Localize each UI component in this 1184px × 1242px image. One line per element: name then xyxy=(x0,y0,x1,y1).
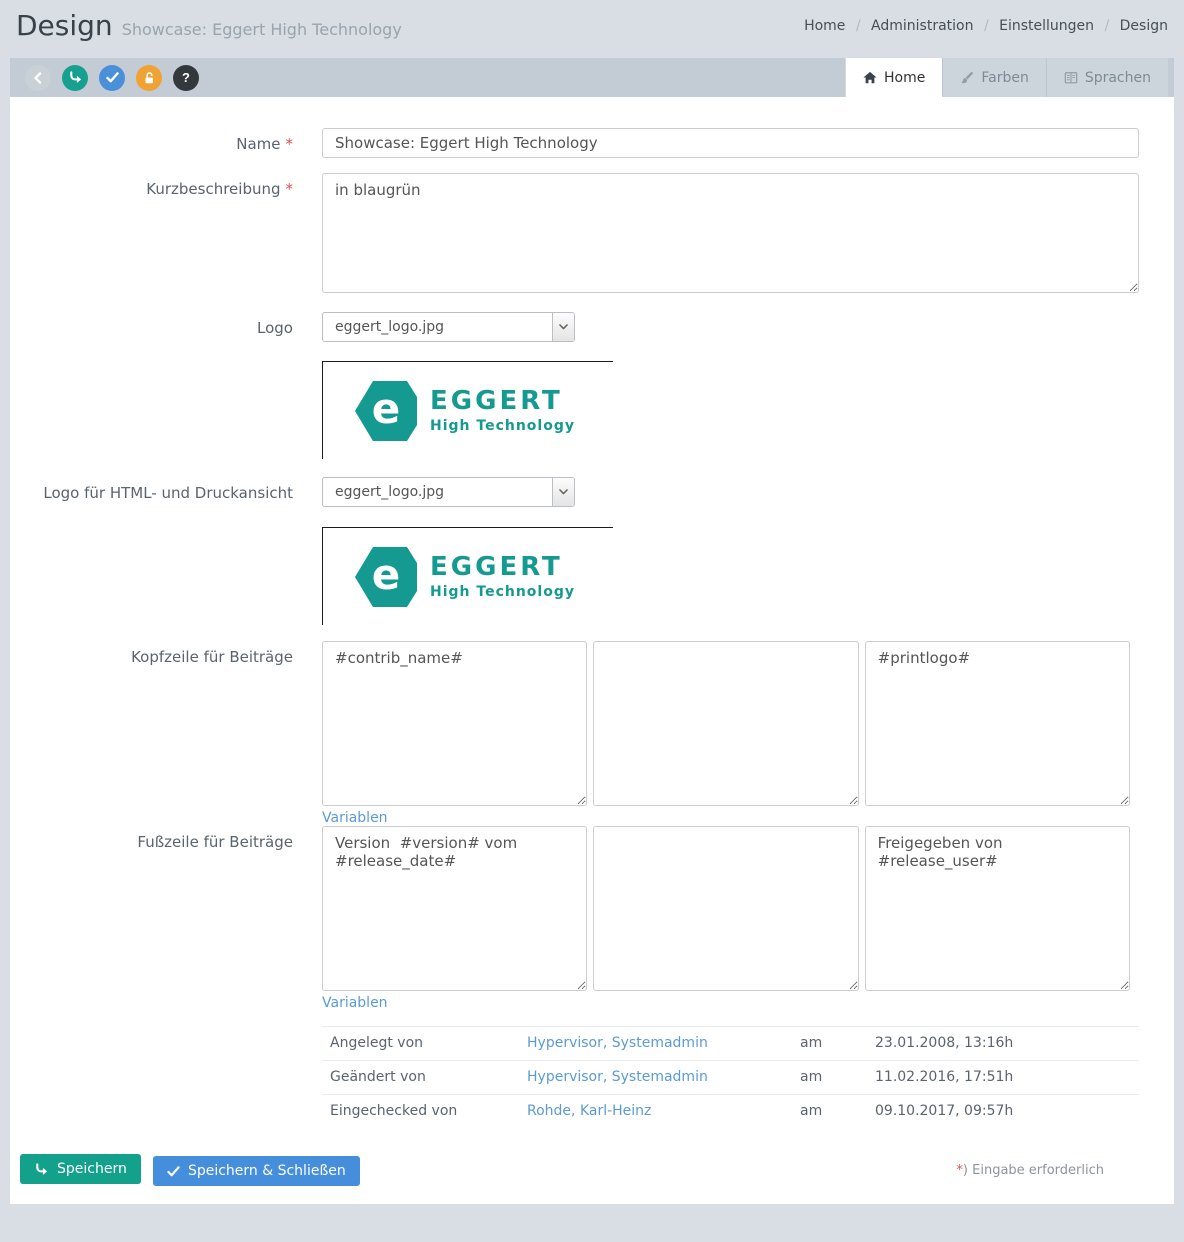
page-subtitle: Showcase: Eggert High Technology xyxy=(122,20,402,39)
footer-right-textarea[interactable]: Freigegeben von #release_user# xyxy=(865,826,1130,991)
eggert-logo: e EGGERT High Technology xyxy=(355,379,575,443)
logo-brand-text: EGGERT xyxy=(430,553,575,582)
logo-hexagon-icon: e xyxy=(355,379,417,443)
save-arrow-icon xyxy=(68,70,83,85)
name-input[interactable] xyxy=(322,128,1139,158)
logo-row: Logo eggert_logo.jpg e EGGERT High xyxy=(10,312,1174,477)
logo-tagline-text: High Technology xyxy=(430,418,575,434)
save-arrow-icon xyxy=(34,1162,49,1177)
variables-link[interactable]: Variablen xyxy=(322,810,388,826)
short-description-row: Kurzbeschreibung* in blaugrün xyxy=(10,173,1174,297)
logo-select[interactable]: eggert_logo.jpg xyxy=(322,312,575,342)
header-center-textarea[interactable] xyxy=(593,641,858,806)
question-icon: ? xyxy=(182,71,190,84)
meta-am: am xyxy=(800,1103,875,1119)
breadcrumb: Home / Administration / Einstellungen / … xyxy=(798,9,1168,34)
user-link[interactable]: Hypervisor, Systemadmin xyxy=(527,1035,708,1051)
unlock-icon xyxy=(142,71,156,85)
tab-label: Home xyxy=(884,70,925,86)
back-button[interactable] xyxy=(25,65,51,91)
meta-am: am xyxy=(800,1069,875,1085)
page-header: Design Showcase: Eggert High Technology … xyxy=(0,0,1184,58)
card-footer: Speichern Speichern & Schließen *) Einga… xyxy=(10,1128,1174,1196)
header-right-textarea[interactable]: #printlogo# xyxy=(865,641,1130,806)
logo-html-select-value: eggert_logo.jpg xyxy=(323,478,552,506)
chevron-down-icon xyxy=(552,313,574,341)
check-icon xyxy=(106,72,119,83)
name-label: Name* xyxy=(10,128,293,158)
variables-link[interactable]: Variablen xyxy=(322,995,388,1011)
unlock-button[interactable] xyxy=(136,65,162,91)
header-left-textarea[interactable]: #contrib_name# xyxy=(322,641,587,806)
breadcrumb-separator: / xyxy=(984,18,989,34)
breadcrumb-einstellungen[interactable]: Einstellungen xyxy=(999,18,1094,34)
table-row: Geändert von Hypervisor, Systemadmin am … xyxy=(322,1060,1139,1094)
meta-table: Angelegt von Hypervisor, Systemadmin am … xyxy=(322,1026,1139,1128)
tab-label: Sprachen xyxy=(1085,70,1151,86)
page-title: Design xyxy=(16,9,113,42)
table-row: Angelegt von Hypervisor, Systemadmin am … xyxy=(322,1026,1139,1060)
header-cells-row: Kopfzeile für Beiträge #contrib_name# #p… xyxy=(10,641,1174,826)
footer-center-textarea[interactable] xyxy=(593,826,858,991)
logo-letter: e xyxy=(355,379,417,443)
meta-label: Eingechecked von xyxy=(322,1103,527,1119)
logo-brand-text: EGGERT xyxy=(430,387,575,416)
footer-buttons: Speichern Speichern & Schließen xyxy=(20,1154,360,1186)
breadcrumb-separator: / xyxy=(856,18,861,34)
check-button[interactable] xyxy=(99,65,125,91)
toolbar: ? Home Farben Sprachen xyxy=(10,58,1174,97)
brush-icon xyxy=(960,71,974,85)
logo-letter: e xyxy=(355,545,417,609)
chevron-down-icon xyxy=(552,478,574,506)
short-description-label: Kurzbeschreibung* xyxy=(10,173,293,297)
content-card: Name* Kurzbeschreibung* in blaugrün Logo… xyxy=(10,97,1174,1204)
breadcrumb-administration[interactable]: Administration xyxy=(871,18,973,34)
tab-home[interactable]: Home xyxy=(845,58,942,97)
footer-left-textarea[interactable]: Version #version# vom #release_date# xyxy=(322,826,587,991)
logo-select-value: eggert_logo.jpg xyxy=(323,313,552,341)
required-asterisk: * xyxy=(286,180,294,198)
meta-date: 09.10.2017, 09:57h xyxy=(875,1103,1139,1119)
breadcrumb-home[interactable]: Home xyxy=(804,18,845,34)
name-row: Name* xyxy=(10,128,1174,158)
tab-bar: Home Farben Sprachen xyxy=(845,58,1168,97)
logo-html-select[interactable]: eggert_logo.jpg xyxy=(322,477,575,507)
breadcrumb-design: Design xyxy=(1120,18,1168,34)
logo-label: Logo xyxy=(10,312,293,477)
logo-html-preview: e EGGERT High Technology xyxy=(322,527,613,625)
meta-am: am xyxy=(800,1035,875,1051)
short-description-textarea[interactable]: in blaugrün xyxy=(322,173,1139,293)
table-row: Eingechecked von Rohde, Karl-Heinz am 09… xyxy=(322,1094,1139,1128)
user-link[interactable]: Hypervisor, Systemadmin xyxy=(527,1069,708,1085)
user-link[interactable]: Rohde, Karl-Heinz xyxy=(527,1103,651,1119)
breadcrumb-separator: / xyxy=(1104,18,1109,34)
meta-label: Geändert von xyxy=(322,1069,527,1085)
logo-tagline-text: High Technology xyxy=(430,584,575,600)
save-button[interactable]: Speichern xyxy=(20,1154,141,1184)
logo-preview: e EGGERT High Technology xyxy=(322,361,613,459)
meta-date: 23.01.2008, 13:16h xyxy=(875,1035,1139,1051)
meta-date: 11.02.2016, 17:51h xyxy=(875,1069,1139,1085)
meta-label: Angelegt von xyxy=(322,1035,527,1051)
help-button[interactable]: ? xyxy=(173,65,199,91)
eggert-logo: e EGGERT High Technology xyxy=(355,545,575,609)
logo-hexagon-icon: e xyxy=(355,545,417,609)
save-and-close-button[interactable]: Speichern & Schließen xyxy=(153,1156,360,1186)
tab-label: Farben xyxy=(981,70,1028,86)
home-icon xyxy=(863,71,877,84)
chevron-left-icon xyxy=(33,72,43,84)
logo-html-label: Logo für HTML- und Druckansicht xyxy=(10,477,293,641)
footer-cells-row: Fußzeile für Beiträge Version #version# … xyxy=(10,826,1174,1011)
required-asterisk: * xyxy=(286,135,294,153)
footer-cells-label: Fußzeile für Beiträge xyxy=(10,826,293,1011)
save-button-toolbar[interactable] xyxy=(62,65,88,91)
check-icon xyxy=(167,1166,180,1177)
tab-sprachen[interactable]: Sprachen xyxy=(1046,58,1168,97)
header-cells-label: Kopfzeile für Beiträge xyxy=(10,641,293,826)
tab-farben[interactable]: Farben xyxy=(942,58,1045,97)
languages-icon xyxy=(1064,71,1078,85)
logo-html-row: Logo für HTML- und Druckansicht eggert_l… xyxy=(10,477,1174,641)
required-note: *) Eingabe erforderlich xyxy=(956,1163,1164,1178)
title-wrap: Design Showcase: Eggert High Technology xyxy=(16,9,402,42)
